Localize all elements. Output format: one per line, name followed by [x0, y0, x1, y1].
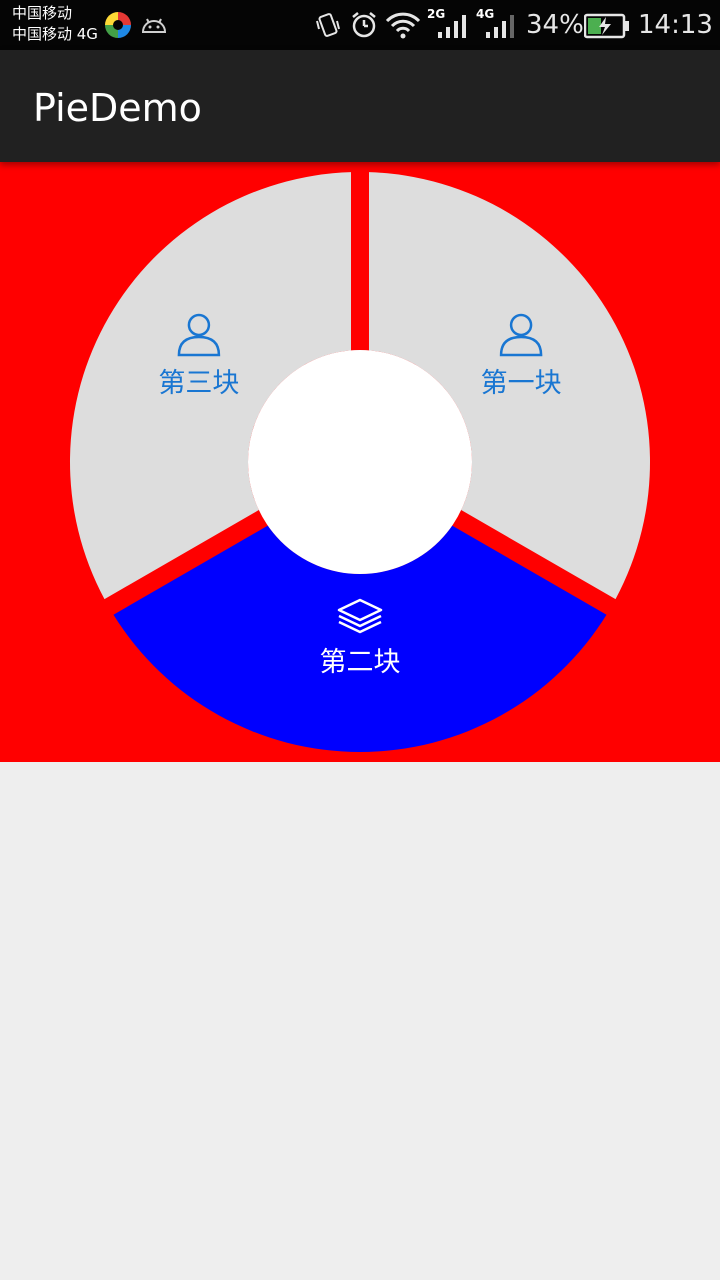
battery-charging-icon	[584, 13, 629, 39]
clock: 14:13	[638, 10, 713, 40]
android-icon	[141, 18, 167, 33]
carrier-1: 中国移动	[12, 4, 73, 22]
pie-center-button[interactable]	[248, 350, 472, 574]
pie-slice-label: 第二块	[320, 647, 401, 678]
signal-icon-1	[438, 15, 466, 38]
app-bar: PieDemo	[0, 50, 720, 162]
status-bar: 中国移动 中国移动 4G 2G 4G 34% 14:13	[0, 0, 720, 50]
carrier-2: 中国移动 4G	[12, 25, 98, 43]
pie-menu: 第一块第二块 第三块	[70, 172, 650, 752]
vibrate-icon	[316, 13, 340, 37]
pie-slice-label: 第三块	[158, 368, 239, 399]
app-notification-icon	[105, 12, 131, 38]
carrier-info: 中国移动 中国移动 4G	[12, 3, 98, 45]
alarm-icon	[352, 12, 376, 38]
pie-chart-area: 第一块第二块 第三块	[0, 162, 720, 762]
battery-percent: 34%	[526, 10, 584, 40]
signal-icon-2	[486, 15, 514, 38]
wifi-icon	[385, 12, 421, 39]
pie-slice-label: 第一块	[481, 368, 562, 399]
app-title: PieDemo	[33, 86, 202, 130]
